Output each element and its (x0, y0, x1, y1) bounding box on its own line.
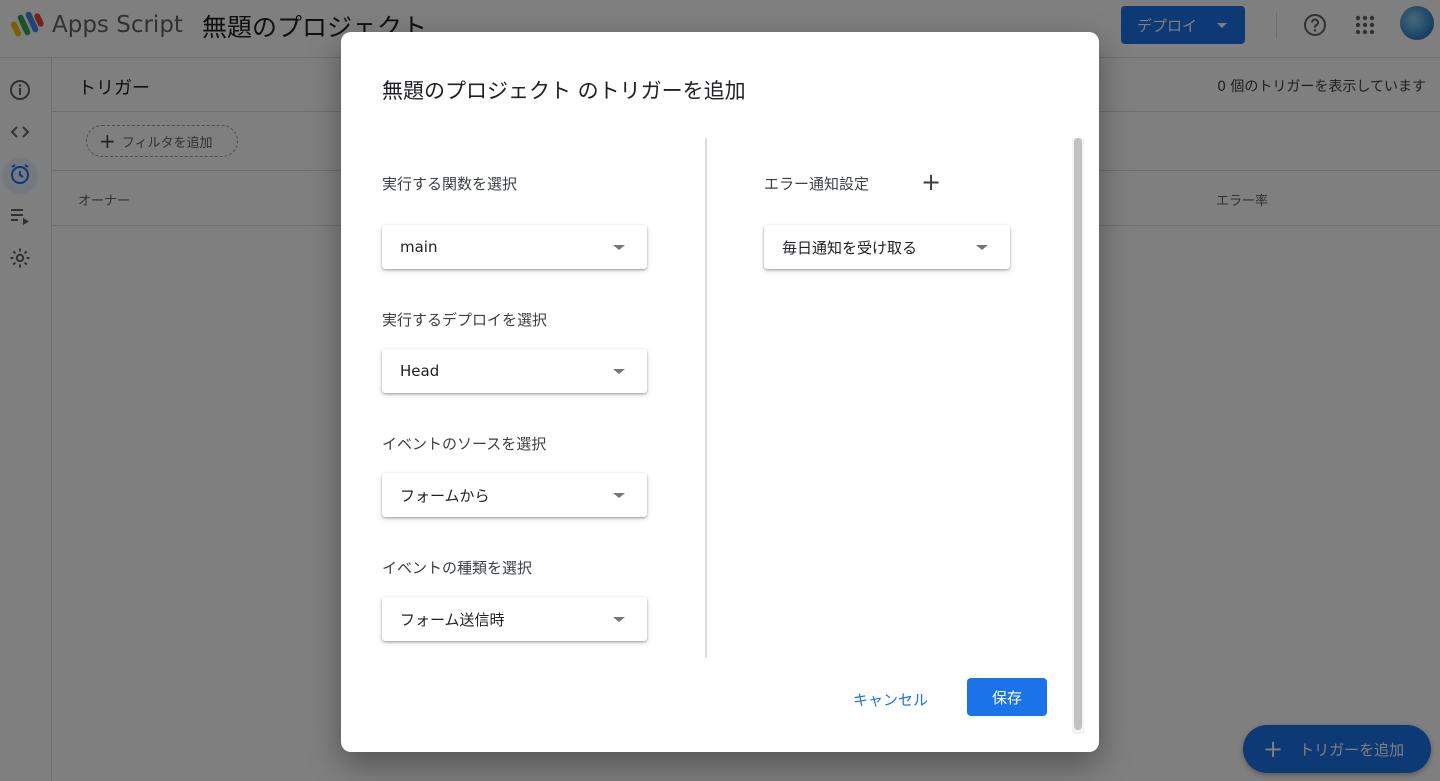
event-type-value: フォーム送信時 (400, 610, 505, 629)
dropdown-arrow-icon (613, 369, 625, 374)
dropdown-arrow-icon (613, 245, 625, 250)
dropdown-arrow-icon (613, 493, 625, 498)
add-icon[interactable]: + (921, 167, 941, 197)
deployment-select-value: Head (400, 362, 440, 380)
deployment-select-label: 実行するデプロイを選択 (382, 311, 548, 329)
dropdown-arrow-icon (613, 617, 625, 622)
dialog-column-divider (705, 138, 707, 658)
error-notification-select[interactable]: 毎日通知を受け取る (764, 225, 1010, 269)
cancel-button[interactable]: キャンセル (841, 685, 940, 714)
add-trigger-dialog: 無題のプロジェクト のトリガーを追加 実行する関数を選択 main 実行するデプ… (341, 32, 1099, 752)
event-source-value: フォームから (400, 486, 490, 505)
function-select[interactable]: main (382, 225, 647, 269)
dropdown-arrow-icon (976, 245, 988, 250)
dialog-scrollbar-thumb[interactable] (1074, 138, 1082, 730)
save-button[interactable]: 保存 (967, 678, 1047, 716)
dialog-title: 無題のプロジェクト のトリガーを追加 (382, 79, 746, 103)
function-select-label: 実行する関数を選択 (382, 175, 518, 193)
event-source-label: イベントのソースを選択 (382, 435, 547, 453)
error-notification-value: 毎日通知を受け取る (782, 238, 918, 257)
deployment-select[interactable]: Head (382, 349, 647, 393)
function-select-value: main (400, 238, 438, 256)
event-type-label: イベントの種類を選択 (382, 559, 533, 577)
error-notification-label: エラー通知設定 (764, 175, 870, 193)
event-type-select[interactable]: フォーム送信時 (382, 597, 647, 641)
event-source-select[interactable]: フォームから (382, 473, 647, 517)
